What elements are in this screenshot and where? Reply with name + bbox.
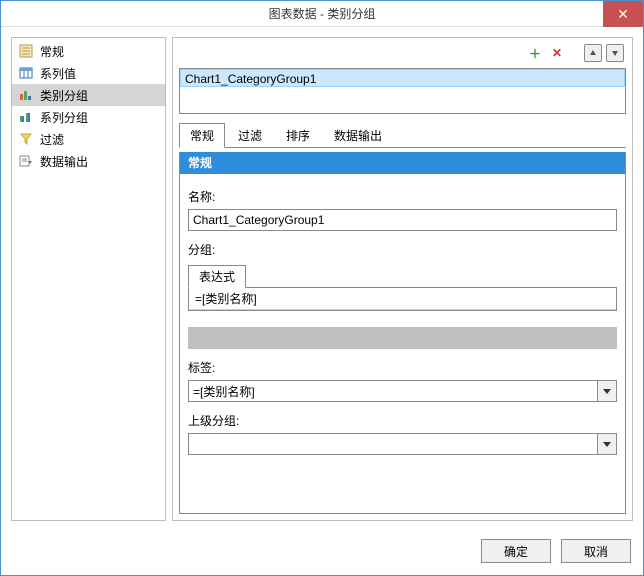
sidebar-item-data-output[interactable]: 数据输出 <box>12 150 165 172</box>
data-output-icon <box>18 153 34 169</box>
sidebar-item-label: 过滤 <box>40 131 64 148</box>
plus-icon: ＋ <box>529 45 541 62</box>
sidebar-item-label: 数据输出 <box>40 153 88 170</box>
sidebar-item-label: 系列值 <box>40 65 76 82</box>
separator-bar <box>188 327 617 349</box>
parent-group-combo <box>188 433 617 455</box>
filter-icon <box>18 131 34 147</box>
tab-sort[interactable]: 排序 <box>275 123 321 148</box>
main-panel: ＋ ✕ Chart1_CategoryGroup1 常规 过滤 排序 <box>172 37 633 521</box>
dialog-body: 常规 系列值 类别分组 系列分组 <box>1 27 643 531</box>
group-sub-tabs: 表达式 =[类别名称] <box>188 264 617 311</box>
sidebar-item-label: 常规 <box>40 43 64 60</box>
series-group-icon <box>18 109 34 125</box>
group-label: 分组: <box>188 241 617 258</box>
label-input[interactable] <box>188 380 597 402</box>
label-combo <box>188 380 617 402</box>
add-button[interactable]: ＋ <box>526 44 544 62</box>
properties-icon <box>18 43 34 59</box>
move-up-button[interactable] <box>584 44 602 62</box>
arrow-down-icon <box>610 48 620 58</box>
detail-tabs: 常规 过滤 排序 数据输出 <box>179 122 626 148</box>
dialog-title: 图表数据 - 类别分组 <box>269 5 376 22</box>
label-dropdown-button[interactable] <box>597 380 617 402</box>
chevron-down-icon <box>603 389 611 394</box>
parent-group-input[interactable] <box>188 433 597 455</box>
list-item[interactable]: Chart1_CategoryGroup1 <box>180 69 625 87</box>
sidebar-item-category-groups[interactable]: 类别分组 <box>12 84 165 106</box>
move-down-button[interactable] <box>606 44 624 62</box>
close-button[interactable]: ✕ <box>603 1 643 27</box>
delete-icon: ✕ <box>552 46 562 60</box>
dialog-footer: 确定 取消 <box>1 531 643 575</box>
tab-general[interactable]: 常规 <box>179 123 225 148</box>
name-label: 名称: <box>188 188 617 205</box>
sidebar-item-label: 类别分组 <box>40 87 88 104</box>
category-group-icon <box>18 87 34 103</box>
list-toolbar: ＋ ✕ <box>179 44 626 64</box>
section-title: 常规 <box>180 152 625 174</box>
sidebar-item-filter[interactable]: 过滤 <box>12 128 165 150</box>
name-input[interactable] <box>188 209 617 231</box>
group-expression-row[interactable]: =[类别名称] <box>189 288 616 310</box>
ok-button[interactable]: 确定 <box>481 539 551 563</box>
group-list[interactable]: Chart1_CategoryGroup1 <box>179 68 626 114</box>
sidebar-item-label: 系列分组 <box>40 109 88 126</box>
title-bar: 图表数据 - 类别分组 ✕ <box>1 1 643 27</box>
form-area: 名称: 分组: 表达式 =[类别名称] 标签: <box>180 174 625 465</box>
sidebar-item-series-groups[interactable]: 系列分组 <box>12 106 165 128</box>
tab-data-output[interactable]: 数据输出 <box>323 123 393 148</box>
dialog-window: 图表数据 - 类别分组 ✕ 常规 系列值 类别分组 <box>0 0 644 576</box>
tab-panel-general: 常规 名称: 分组: 表达式 =[类别名称] 标签: <box>179 152 626 514</box>
group-expression-panel: =[类别名称] <box>188 288 617 311</box>
sidebar-item-series-values[interactable]: 系列值 <box>12 62 165 84</box>
sidebar-item-general[interactable]: 常规 <box>12 40 165 62</box>
delete-button[interactable]: ✕ <box>548 44 566 62</box>
close-icon: ✕ <box>617 6 629 23</box>
parent-group-dropdown-button[interactable] <box>597 433 617 455</box>
sidebar: 常规 系列值 类别分组 系列分组 <box>11 37 166 521</box>
label-label: 标签: <box>188 359 617 376</box>
sub-tab-expression[interactable]: 表达式 <box>188 265 246 288</box>
chevron-down-icon <box>603 442 611 447</box>
series-data-icon <box>18 65 34 81</box>
tab-filter[interactable]: 过滤 <box>227 123 273 148</box>
parent-group-label: 上级分组: <box>188 412 617 429</box>
arrow-up-icon <box>588 48 598 58</box>
cancel-button[interactable]: 取消 <box>561 539 631 563</box>
